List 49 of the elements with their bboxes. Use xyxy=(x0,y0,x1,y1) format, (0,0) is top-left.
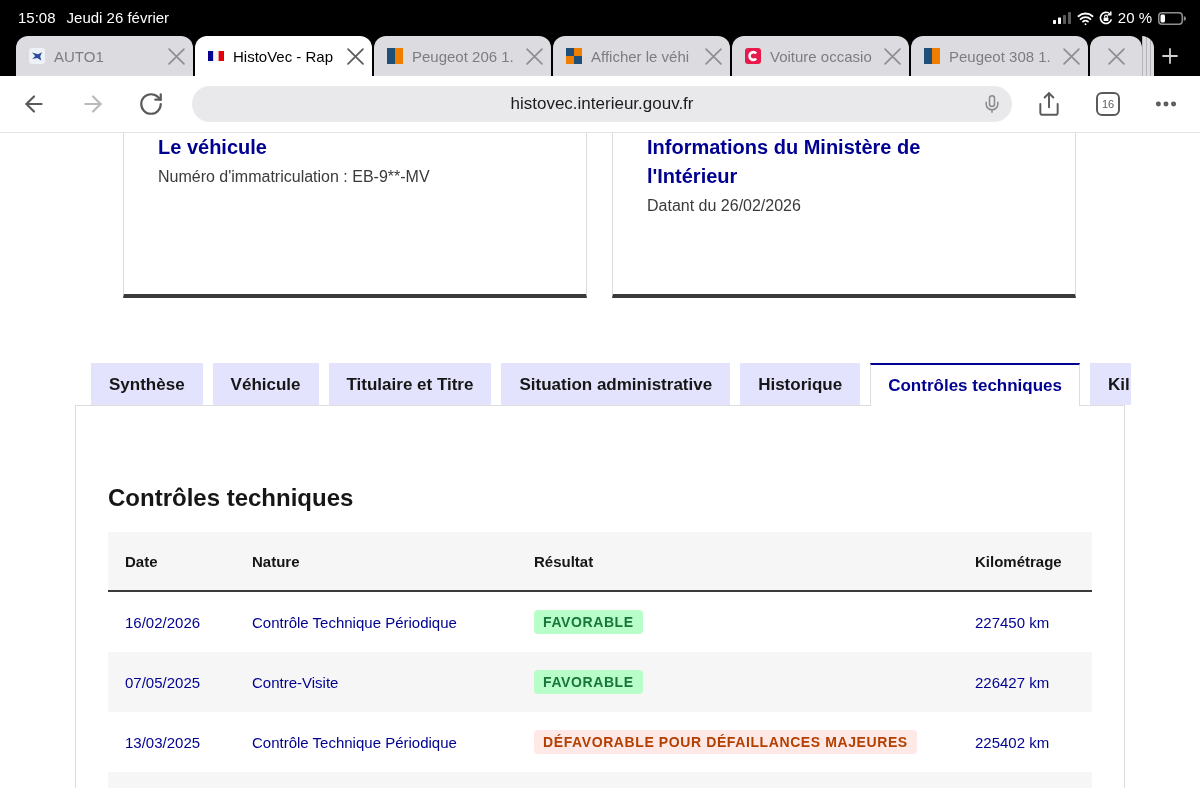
table-cell-text: Contrôle Technique Périodique xyxy=(251,732,458,753)
signal-icon xyxy=(1052,12,1071,24)
report-tab[interactable]: Situation administrative xyxy=(501,363,731,405)
result-badge: DÉFAVORABLE POUR DÉFAILLANCES MAJEURES xyxy=(534,730,917,754)
table-cell-text: Contrôle Technique Périodique xyxy=(251,612,458,633)
logo-tile-icon xyxy=(29,48,45,64)
result-badge: FAVORABLE xyxy=(534,670,643,694)
column-header: Date xyxy=(124,551,159,572)
report-tab[interactable]: Contrôles techniques xyxy=(870,363,1080,406)
report-tab[interactable]: Kil xyxy=(1090,363,1131,405)
browser-tab[interactable]: HistoVec - Rap xyxy=(195,36,372,76)
browser-tab[interactable] xyxy=(1090,36,1142,76)
column-header: Résultat xyxy=(533,551,595,572)
rotation-lock-icon xyxy=(1098,11,1113,25)
report-tab[interactable]: Synthèse xyxy=(91,363,203,405)
table-cell-text: Contre-Visite xyxy=(251,672,340,693)
card-text: Datant du 26/02/2026 xyxy=(647,196,802,216)
tab-count-button[interactable]: 16 xyxy=(1096,92,1120,116)
quartered-square-icon xyxy=(566,48,582,64)
card-text: Numéro d'immatriculation : EB-9**-MV xyxy=(158,167,431,187)
microphone-icon[interactable] xyxy=(982,94,1002,114)
column-header: Nature xyxy=(251,551,301,572)
status-date: Jeudi 26 février xyxy=(66,9,170,27)
report-tab[interactable]: Véhicule xyxy=(212,363,319,405)
stacked-tab-edges xyxy=(1142,36,1154,76)
arc-tile-icon xyxy=(745,48,761,64)
section-heading: Contrôles techniques xyxy=(108,485,355,511)
result-badge: FAVORABLE xyxy=(534,610,643,634)
table-cell-text: 07/05/2025 xyxy=(124,672,202,693)
share-icon[interactable] xyxy=(1036,91,1062,117)
status-time: 15:08 xyxy=(18,9,56,27)
column-header: Kilométrage xyxy=(974,551,1063,572)
table-cell-text: 16/02/2026 xyxy=(124,612,202,633)
report-tab[interactable]: Titulaire et Titre xyxy=(328,363,492,405)
table-cell-text: 225402 km xyxy=(974,732,1051,753)
report-tab[interactable]: Historique xyxy=(740,363,861,405)
flag-icon xyxy=(208,51,224,61)
table-cell-text: 227450 km xyxy=(974,612,1051,633)
address-field[interactable]: histovec.interieur.gouv.fr xyxy=(192,86,1012,122)
card-title: Informations du Ministère de l'Intérieur xyxy=(647,135,922,189)
battery-icon xyxy=(1158,11,1186,25)
two-tone-square-icon xyxy=(387,48,403,64)
card-title: Le véhicule xyxy=(158,135,268,160)
battery-percent: 20 % xyxy=(1117,9,1152,27)
two-tone-square-icon xyxy=(924,48,940,64)
close-icon[interactable] xyxy=(347,47,364,65)
reload-icon[interactable] xyxy=(138,91,164,117)
table-cell-text: 13/03/2025 xyxy=(124,732,202,753)
table-cell-text: 226427 km xyxy=(974,672,1051,693)
